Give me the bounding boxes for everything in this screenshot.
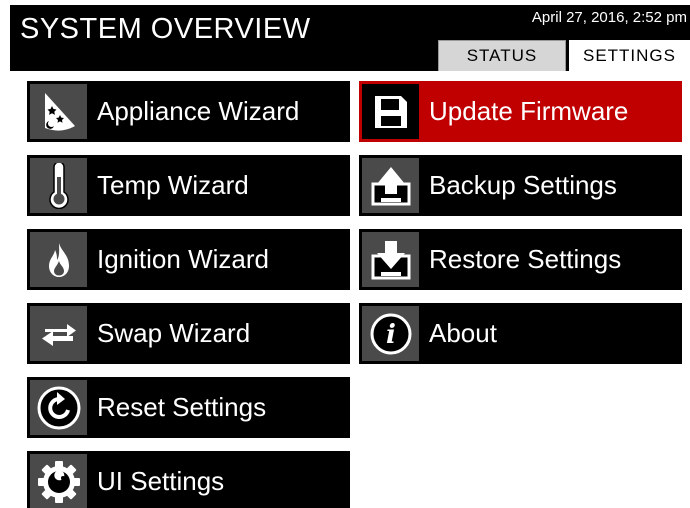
ui-settings-label: UI Settings [97, 466, 225, 496]
reset-icon [30, 380, 87, 435]
datetime-display: April 27, 2016, 2:52 pm [531, 9, 687, 26]
reset-settings-label: Reset Settings [97, 392, 267, 422]
update-firmware-button[interactable]: Update Firmware [359, 81, 682, 142]
header-bar: SYSTEM OVERVIEW April 27, 2016, 2:52 pm … [10, 5, 690, 71]
backup-upload-icon [362, 158, 419, 213]
thermometer-icon [30, 158, 87, 213]
temp-wizard-button[interactable]: Temp Wizard [27, 155, 350, 216]
swap-arrows-icon [30, 306, 87, 361]
temp-wizard-label: Temp Wizard [97, 170, 249, 200]
restore-download-icon [362, 232, 419, 287]
appliance-wizard-button[interactable]: Appliance Wizard [27, 81, 350, 142]
page-title: SYSTEM OVERVIEW [20, 13, 311, 45]
flame-icon [30, 232, 87, 287]
svg-text:i: i [386, 320, 396, 350]
swap-wizard-button[interactable]: Swap Wizard [27, 303, 350, 364]
backup-settings-label: Backup Settings [429, 170, 617, 200]
gear-wrench-icon [30, 454, 87, 508]
tab-settings[interactable]: SETTINGS [569, 40, 690, 71]
backup-settings-button[interactable]: Backup Settings [359, 155, 682, 216]
about-label: About [429, 318, 497, 348]
update-firmware-label: Update Firmware [429, 96, 629, 126]
ignition-wizard-label: Ignition Wizard [97, 244, 269, 274]
reset-settings-button[interactable]: Reset Settings [27, 377, 350, 438]
tab-status[interactable]: STATUS [438, 40, 566, 71]
info-icon: i [362, 306, 419, 361]
appliance-wizard-label: Appliance Wizard [97, 96, 300, 126]
floppy-disk-icon [362, 84, 419, 139]
restore-settings-label: Restore Settings [429, 244, 622, 274]
wizard-hat-icon [30, 84, 87, 139]
swap-wizard-label: Swap Wizard [97, 318, 251, 348]
about-button[interactable]: i About [359, 303, 682, 364]
ui-settings-button[interactable]: UI Settings [27, 451, 350, 508]
ignition-wizard-button[interactable]: Ignition Wizard [27, 229, 350, 290]
restore-settings-button[interactable]: Restore Settings [359, 229, 682, 290]
